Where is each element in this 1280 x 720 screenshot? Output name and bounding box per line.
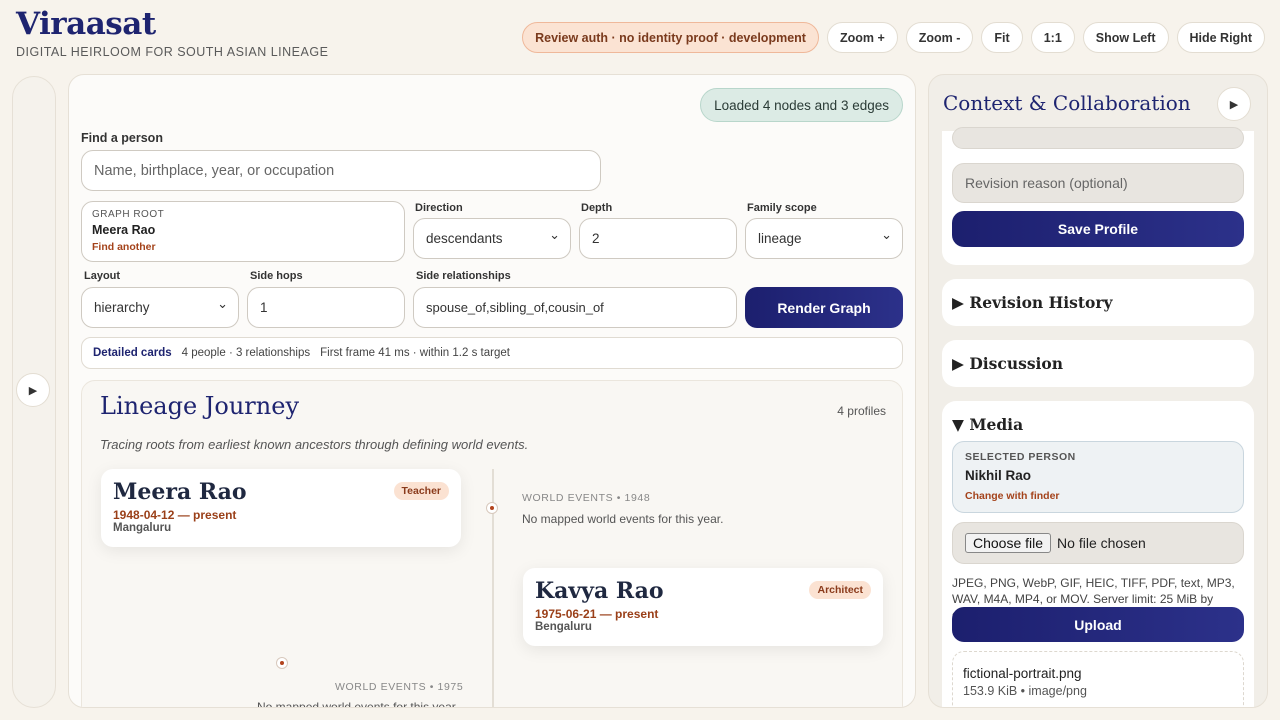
- person-search-input[interactable]: Name, birthplace, year, or occupation: [81, 150, 601, 191]
- brand-title: Viraasat: [16, 6, 156, 42]
- selected-person-box: SELECTED PERSON Nikhil Rao Change with f…: [952, 441, 1244, 513]
- occupation-badge: Architect: [809, 581, 871, 599]
- zoom-out-button[interactable]: Zoom -: [905, 22, 974, 53]
- render-summary: Detailed cards 4 people · 3 relationship…: [81, 337, 903, 369]
- occupation-badge: Teacher: [393, 482, 449, 500]
- side-hops-input[interactable]: 1: [247, 287, 405, 328]
- selected-person-name: Nikhil Rao: [965, 468, 1032, 483]
- choose-file-button[interactable]: Choose file: [965, 533, 1052, 553]
- play-icon: ▶: [1229, 98, 1239, 111]
- profile-notes-textarea[interactable]: [952, 127, 1244, 149]
- journey-title: Lineage Journey: [100, 392, 299, 420]
- journey-count: 4 profiles: [837, 404, 886, 418]
- upload-button[interactable]: Upload: [952, 607, 1244, 642]
- revision-history-header[interactable]: ▶ Revision History: [952, 293, 1113, 312]
- graph-root-caption: GRAPH ROOT: [92, 209, 165, 220]
- summary-counts: 4 people · 3 relationships: [181, 347, 311, 359]
- toolbar: Review auth · no identity proof · develo…: [522, 22, 1265, 53]
- layout-label: Layout: [84, 270, 121, 282]
- side-relationships-label: Side relationships: [416, 270, 511, 282]
- triangle-right-icon: ▶: [952, 293, 964, 312]
- depth-input[interactable]: 2: [579, 218, 737, 259]
- discussion-section[interactable]: ▶ Discussion: [942, 340, 1254, 387]
- selected-person-caption: SELECTED PERSON: [965, 451, 1076, 463]
- profile-edit-section: Revision reason (optional) Save Profile: [942, 127, 1254, 265]
- side-relationships-input[interactable]: spouse_of,sibling_of,cousin_of: [413, 287, 737, 328]
- one-to-one-button[interactable]: 1:1: [1030, 22, 1075, 53]
- status-badge: Loaded 4 nodes and 3 edges: [700, 88, 903, 122]
- save-profile-button[interactable]: Save Profile: [952, 211, 1244, 247]
- play-icon: ▶: [28, 384, 38, 397]
- timeline-marker: [276, 657, 288, 669]
- auth-badge: Review auth · no identity proof · develo…: [522, 22, 819, 53]
- family-scope-label: Family scope: [747, 202, 817, 214]
- depth-label: Depth: [581, 202, 613, 214]
- change-person-link[interactable]: Change with finder: [965, 490, 1231, 502]
- summary-mode: Detailed cards: [93, 347, 172, 359]
- file-status: No file chosen: [1057, 535, 1146, 551]
- world-events-text: No mapped world events for this year.: [257, 700, 459, 708]
- graph-panel: Loaded 4 nodes and 3 edges Find a person…: [68, 74, 916, 708]
- expand-left-button[interactable]: ▶: [16, 373, 50, 407]
- media-file-item[interactable]: fictional-portrait.png 153.9 KiB • image…: [952, 651, 1244, 707]
- triangle-down-icon: ▼: [952, 415, 964, 434]
- summary-timing: First frame 41 ms · within 1.2 s target: [320, 347, 510, 359]
- brand-subtitle: DIGITAL HEIRLOOM FOR SOUTH ASIAN LINEAGE: [16, 45, 329, 59]
- lineage-journey: Lineage Journey 4 profiles Tracing roots…: [81, 380, 903, 708]
- graph-root-name: Meera Rao: [92, 223, 156, 237]
- show-left-button[interactable]: Show Left: [1082, 22, 1169, 53]
- person-place: Mangaluru: [113, 522, 172, 534]
- world-events-caption: WORLD EVENTS • 1948: [522, 492, 651, 504]
- context-title: Context & Collaboration: [943, 91, 1191, 115]
- person-card[interactable]: Kavya Rao 1975-06-21 — present Bengaluru…: [523, 568, 883, 646]
- graph-root-picker[interactable]: GRAPH ROOT Meera Rao Find another: [81, 201, 405, 262]
- person-card[interactable]: Meera Rao 1948-04-12 — present Mangaluru…: [101, 469, 461, 547]
- side-hops-label: Side hops: [250, 270, 303, 282]
- render-graph-button[interactable]: Render Graph: [745, 287, 903, 328]
- layout-select[interactable]: hierarchy: [81, 287, 239, 328]
- context-panel: Context & Collaboration ▶ Revision reaso…: [928, 74, 1268, 708]
- fit-button[interactable]: Fit: [981, 22, 1023, 53]
- media-file-meta: 153.9 KiB • image/png: [963, 684, 1087, 698]
- file-input[interactable]: Choose file No file chosen: [952, 522, 1244, 564]
- direction-label: Direction: [415, 202, 463, 214]
- direction-select[interactable]: descendants: [413, 218, 571, 259]
- revision-reason-input[interactable]: Revision reason (optional): [952, 163, 1244, 203]
- triangle-right-icon: ▶: [952, 354, 964, 373]
- family-scope-select[interactable]: lineage: [745, 218, 903, 259]
- journey-description: Tracing roots from earliest known ancest…: [100, 437, 529, 452]
- revision-history-section[interactable]: ▶ Revision History: [942, 279, 1254, 326]
- media-section: ▼ Media SELECTED PERSON Nikhil Rao Chang…: [942, 401, 1254, 707]
- discussion-header[interactable]: ▶ Discussion: [952, 354, 1063, 373]
- media-file-name: fictional-portrait.png: [963, 666, 1082, 681]
- person-dates: 1948-04-12 — present: [113, 508, 237, 522]
- zoom-in-button[interactable]: Zoom +: [826, 22, 898, 53]
- brand: Viraasat DIGITAL HEIRLOOM FOR SOUTH ASIA…: [16, 6, 328, 59]
- collapse-right-button[interactable]: ▶: [1217, 87, 1251, 121]
- world-events-text: No mapped world events for this year.: [522, 512, 724, 526]
- timeline-marker: [486, 502, 498, 514]
- find-label: Find a person: [81, 131, 163, 145]
- find-another-link[interactable]: Find another: [92, 241, 394, 253]
- person-dates: 1975-06-21 — present: [535, 607, 659, 621]
- person-place: Bengaluru: [535, 621, 592, 633]
- world-events-caption: WORLD EVENTS • 1975: [335, 681, 464, 693]
- hide-right-button[interactable]: Hide Right: [1176, 22, 1265, 53]
- media-header[interactable]: ▼ Media: [952, 415, 1023, 434]
